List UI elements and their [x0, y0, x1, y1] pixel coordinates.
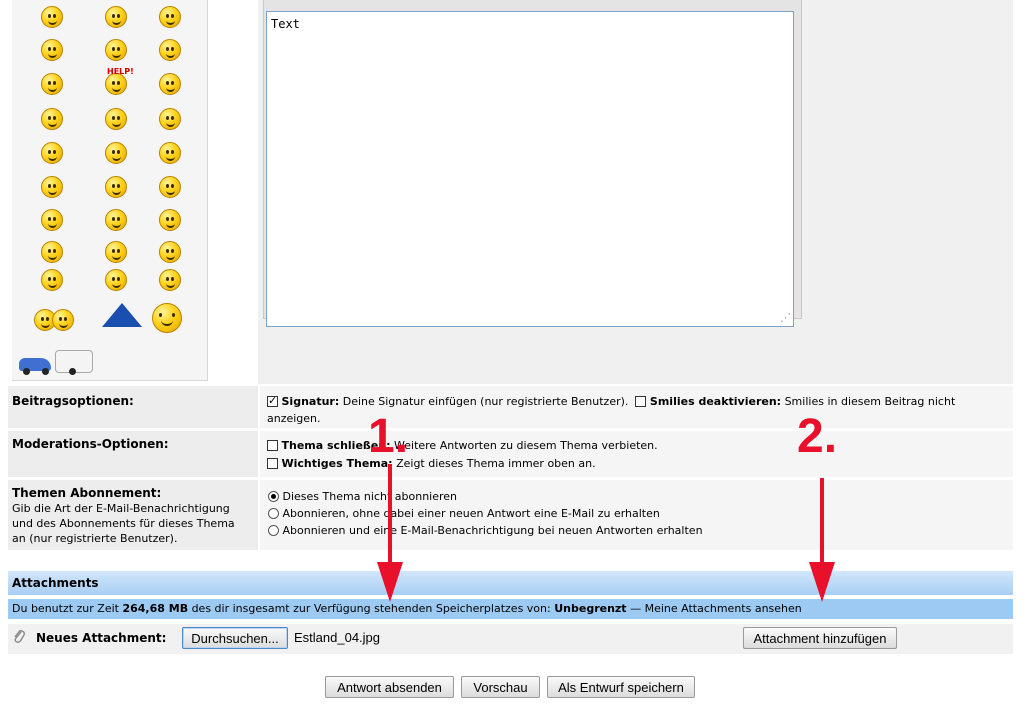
signatur-option: Signatur: Deine Signatur einfügen (nur r…: [267, 394, 956, 408]
close-thread-option: Thema schließen: Weitere Antworten zu di…: [267, 439, 658, 452]
attachments-header: Attachments: [8, 571, 1013, 595]
storage-quota: Unbegrenzt: [554, 602, 627, 615]
subscribe-silent-radio[interactable]: [268, 508, 279, 519]
abonnement-desc-1: Gib die Art der E-Mail-Benachrichtigung: [12, 502, 230, 515]
smilie-icon[interactable]: [41, 176, 63, 198]
smilie-icon[interactable]: [159, 39, 181, 61]
smilies-disable-label: Smilies deaktivieren:: [649, 395, 782, 408]
moderation-label-cell: Moderations-Optionen:: [8, 431, 258, 477]
smilie-icon[interactable]: [41, 6, 63, 28]
smilies-disable-desc: Smilies in diesem Beitrag nicht: [784, 395, 956, 408]
submit-reply-button[interactable]: Antwort absenden: [325, 676, 454, 698]
sticky-thread-option: Wichtiges Thema: Zeigt dieses Thema imme…: [267, 457, 596, 470]
close-thread-desc: Weitere Antworten zu diesem Thema verbie…: [394, 439, 658, 452]
signatur-desc: Deine Signatur einfügen (nur registriert…: [342, 395, 629, 408]
smilie-icon[interactable]: [159, 209, 181, 231]
message-textarea[interactable]: Text: [266, 11, 794, 327]
paperclip-icon: [14, 630, 25, 643]
smilie-icon[interactable]: [41, 142, 63, 164]
smilie-icon[interactable]: [105, 209, 127, 231]
smilie-icon[interactable]: [41, 241, 63, 263]
add-attachment-button[interactable]: Attachment hinzufügen: [743, 627, 897, 649]
abonnement-desc-2: und des Abonnements für dieses Thema: [12, 517, 235, 530]
smilie-icon[interactable]: [41, 73, 63, 95]
info-mid: des dir insgesamt zur Verfügung stehende…: [191, 602, 551, 615]
wheel-icon: [42, 368, 49, 375]
smilie-icon[interactable]: [52, 309, 74, 331]
subscribe-email-radio[interactable]: [268, 525, 279, 536]
save-draft-button[interactable]: Als Entwurf speichern: [547, 676, 695, 698]
abonnement-desc-3: an (nur registrierte Benutzer).: [12, 532, 178, 545]
smilie-icon[interactable]: [41, 269, 63, 291]
smilie-icon[interactable]: [105, 269, 127, 291]
info-prefix: Du benutzt zur Zeit: [12, 602, 119, 615]
smilie-icon[interactable]: [159, 241, 181, 263]
smilie-icon[interactable]: [41, 39, 63, 61]
close-thread-checkbox[interactable]: [267, 440, 278, 451]
tent-smilie-icon[interactable]: [102, 303, 142, 327]
annotation-step-2: 2.: [797, 410, 838, 463]
sticky-thread-desc: Zeigt dieses Thema immer oben an.: [396, 457, 596, 470]
subscribe-none-radio[interactable]: [268, 491, 279, 502]
sticky-thread-checkbox[interactable]: [267, 458, 278, 469]
signatur-checkbox[interactable]: [267, 394, 278, 407]
smilie-icon[interactable]: [105, 73, 127, 95]
used-storage: 264,68 MB: [122, 602, 189, 615]
abonnement-label: Themen Abonnement:: [12, 486, 162, 500]
smilies-disable-checkbox[interactable]: [635, 396, 647, 407]
smilie-icon[interactable]: [41, 209, 63, 231]
info-dash: —: [630, 602, 642, 615]
smilie-icon[interactable]: [41, 108, 63, 130]
smilie-icon[interactable]: [159, 108, 181, 130]
smilie-icon[interactable]: [105, 6, 127, 28]
smilie-icon[interactable]: [105, 39, 127, 61]
annotation-arrow-2-head: [809, 562, 835, 602]
smilie-icon[interactable]: [159, 6, 181, 28]
smilie-icon[interactable]: [159, 269, 181, 291]
smilie-icon[interactable]: [159, 142, 181, 164]
smilie-icon[interactable]: [159, 73, 181, 95]
abonnement-label-cell: Themen Abonnement: Gib die Art der E-Mai…: [8, 480, 258, 550]
subscribe-silent-label: Abonnieren, ohne dabei einer neuen Antwo…: [282, 507, 660, 520]
signatur-label: Signatur:: [281, 395, 340, 408]
new-attachment-label: Neues Attachment:: [36, 631, 167, 645]
beitragsoptionen-label: Beitragsoptionen:: [12, 394, 134, 408]
attachments-title: Attachments: [12, 576, 99, 590]
subscribe-none-label: Dieses Thema nicht abonnieren: [282, 490, 458, 503]
smilie-icon[interactable]: [105, 108, 127, 130]
smilie-icon[interactable]: [105, 176, 127, 198]
help-smilie-label: HELP!: [107, 67, 134, 76]
subscribe-option-silent: Abonnieren, ohne dabei einer neuen Antwo…: [268, 507, 660, 520]
smilie-icon[interactable]: [159, 176, 181, 198]
moderation-label: Moderations-Optionen:: [12, 437, 169, 451]
smilie-icon[interactable]: [152, 303, 182, 333]
wheel-icon: [69, 368, 76, 375]
resize-grip-icon[interactable]: ⋰: [780, 312, 792, 324]
annotation-arrow-1-head: [377, 562, 403, 602]
annotation-arrow-1-shaft: [388, 464, 392, 572]
my-attachments-link[interactable]: Meine Attachments ansehen: [645, 602, 802, 615]
attachments-info-bar: Du benutzt zur Zeit 264,68 MB des dir in…: [8, 599, 1013, 619]
smilie-icon[interactable]: [105, 241, 127, 263]
preview-button[interactable]: Vorschau: [461, 676, 540, 698]
smilies-disable-desc-2: anzeigen.: [267, 412, 321, 425]
beitragsoptionen-label-cell: Beitragsoptionen:: [8, 386, 258, 428]
annotation-step-1: 1.: [368, 410, 409, 463]
subscribe-option-none: Dieses Thema nicht abonnieren: [268, 490, 457, 503]
selected-file-name: Estland_04.jpg: [294, 630, 381, 645]
browse-button[interactable]: Durchsuchen...: [182, 627, 288, 649]
attachments-info: Du benutzt zur Zeit 264,68 MB des dir in…: [12, 602, 802, 615]
smilie-icon[interactable]: [105, 142, 127, 164]
subscribe-option-email: Abonnieren und eine E-Mail-Benachrichtig…: [268, 524, 703, 537]
annotation-arrow-2-shaft: [820, 478, 824, 572]
wheel-icon: [23, 368, 30, 375]
subscribe-email-label: Abonnieren und eine E-Mail-Benachrichtig…: [282, 524, 703, 537]
